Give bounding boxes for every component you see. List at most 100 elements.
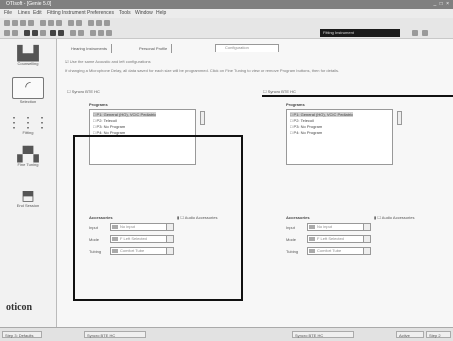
left-ear-icon[interactable] (50, 30, 56, 36)
program-order-button[interactable] (200, 111, 205, 125)
tab-hearing-instruments[interactable]: Hearing Instruments (67, 44, 113, 53)
volume-icon[interactable] (78, 30, 84, 36)
list-item[interactable]: □ P2: Telecoil (290, 118, 314, 123)
sidebar-item-counselling[interactable]: ▙▟ Counselling (0, 45, 56, 66)
forward-icon[interactable] (12, 30, 18, 36)
zoom-in-icon[interactable] (88, 20, 94, 26)
program-icon[interactable] (32, 30, 38, 36)
program-name: P3: No Program (293, 124, 323, 129)
sidebar-item-fine-tuning[interactable]: ▞▚ Fine Tuning (0, 146, 56, 167)
sidebar-label: End Session (16, 203, 40, 208)
sidebar-label: Counselling (17, 61, 39, 66)
config-description: If changing a Microphone Delay, all data… (65, 68, 340, 73)
sidebar-item-selection[interactable]: ◜ Selection (0, 77, 56, 104)
tab-personal-profile[interactable]: Personal Profile (135, 44, 173, 53)
input-label: Input (286, 225, 295, 230)
right-program-list[interactable]: □ P1: General (HO), VCIC Pediatric □ P2:… (286, 109, 393, 165)
menu-preferences[interactable]: Preferences (87, 10, 114, 16)
audiogram-icon[interactable] (106, 30, 112, 36)
input-select[interactable]: No input (307, 223, 371, 231)
tuning-icon: ▞▚ (17, 146, 39, 162)
oticon-logo: oticon (6, 302, 33, 313)
list-item[interactable]: □ P1: General (HO), VCIC Pediatric (290, 112, 354, 117)
left-panel-highlight (73, 135, 243, 301)
program-name: P3: No Program (96, 124, 126, 129)
right-config-panel: Programs □ P1: General (HO), VCIC Pediat… (274, 97, 434, 327)
device-selector[interactable]: Fitting Instrument (320, 29, 400, 37)
sidebar-item-fitting[interactable]: ⋮⋮⋮ Fitting (0, 114, 56, 135)
chevron-down-icon (363, 224, 370, 230)
right-side-label: ☐ Syncro BTE HC (263, 89, 296, 94)
back-icon[interactable] (4, 30, 10, 36)
menu-edit[interactable]: Edit (33, 10, 42, 16)
status-right-device: Syncro BTE HC (292, 331, 354, 338)
menu-bar: File Lines Edit Fitting Instrument Prefe… (0, 9, 453, 18)
program-order-button[interactable] (397, 111, 402, 125)
end-session-icon: ⬒ (21, 187, 35, 203)
program-name: P2: Telecoil (96, 118, 117, 123)
program-name: P1: General (HO), VCIC Pediatric (96, 112, 157, 117)
list-item[interactable]: □ P3: No Program (290, 124, 322, 129)
sliders-icon: ⋮⋮⋮ (7, 114, 49, 130)
chevron-down-icon (363, 236, 370, 242)
programs-title: Programs (286, 102, 305, 107)
menu-lines[interactable]: Lines (18, 10, 30, 16)
tab-configuration[interactable]: Configuration (215, 44, 279, 52)
list-item[interactable]: □ P2: Telecoil (93, 118, 117, 123)
sidebar-label: Selection (19, 99, 37, 104)
list-item[interactable]: □ P3: No Program (93, 124, 125, 129)
select-value: F Left Selected (317, 236, 344, 241)
program-name: P4: No Program (293, 130, 323, 135)
sidebar-label: Fitting (22, 130, 34, 135)
menu-tools[interactable]: Tools (119, 10, 131, 16)
undo-icon[interactable] (68, 20, 74, 26)
mute-icon[interactable] (70, 30, 76, 36)
programs-title: Programs (89, 102, 108, 107)
curve-icon[interactable] (98, 30, 104, 36)
cut-icon[interactable] (40, 20, 46, 26)
audio-accessories-toggle[interactable]: ▮ ☐ Audio Accessories (374, 215, 414, 220)
tubing-select[interactable]: Comfort Tube (307, 247, 371, 255)
menu-fitting-instrument[interactable]: Fitting Instrument (47, 10, 86, 16)
same-config-checkbox[interactable]: ☑ Use the same Acoustic and left configu… (65, 59, 151, 64)
checkbox-label: Use the same Acoustic and left configura… (69, 59, 151, 64)
status-active: Active (396, 331, 424, 338)
info-icon[interactable] (412, 30, 418, 36)
new-icon[interactable] (4, 20, 10, 26)
save-icon[interactable] (20, 20, 26, 26)
menu-help[interactable]: Help (156, 10, 166, 16)
redo-icon[interactable] (76, 20, 82, 26)
graph-icon[interactable] (90, 30, 96, 36)
help-icon[interactable] (104, 20, 110, 26)
right-ear-icon[interactable] (58, 30, 64, 36)
mode-label: Mode (286, 237, 297, 242)
program-name: P2: Telecoil (293, 118, 314, 123)
status-bar: Step 3: Defaults Syncro BTE HC Syncro BT… (0, 327, 453, 341)
paste-icon[interactable] (56, 20, 62, 26)
detect-icon[interactable] (40, 30, 46, 36)
left-side-name: Syncro BTE HC (71, 89, 100, 94)
window-controls[interactable]: _ □ × (434, 1, 451, 7)
menu-window[interactable]: Window (135, 10, 153, 16)
left-side-label: ☐ Syncro BTE HC (67, 89, 100, 94)
connect-icon[interactable] (24, 30, 30, 36)
menu-file[interactable]: File (4, 10, 12, 16)
accessories-title: Accessories (286, 215, 310, 220)
mode-select[interactable]: F Left Selected (307, 235, 371, 243)
people-icon: ▙▟ (17, 45, 39, 61)
list-item[interactable]: □ P1: General (HO), VCIC Pediatric (93, 112, 157, 117)
copy-icon[interactable] (48, 20, 54, 26)
title-bar: OTIsoft - [Genie 5.0] _ □ × (0, 0, 453, 9)
status-step-right: Step 2 (426, 331, 451, 338)
sidebar-item-end-session[interactable]: ⬒ End Session (0, 187, 56, 208)
program-name: P1: General (HO), VCIC Pediatric (293, 112, 354, 117)
accessories-label: Audio Accessories (381, 215, 415, 220)
workflow-sidebar: ▙▟ Counselling ◜ Selection ⋮⋮⋮ Fitting ▞… (0, 39, 57, 327)
list-item[interactable]: □ P4: No Program (290, 130, 322, 135)
zoom-out-icon[interactable] (96, 20, 102, 26)
status-left-device: Syncro BTE HC (84, 331, 146, 338)
print-icon[interactable] (28, 20, 34, 26)
refresh-icon[interactable] (422, 30, 428, 36)
status-step: Step 3: Defaults (2, 331, 42, 338)
open-icon[interactable] (12, 20, 18, 26)
